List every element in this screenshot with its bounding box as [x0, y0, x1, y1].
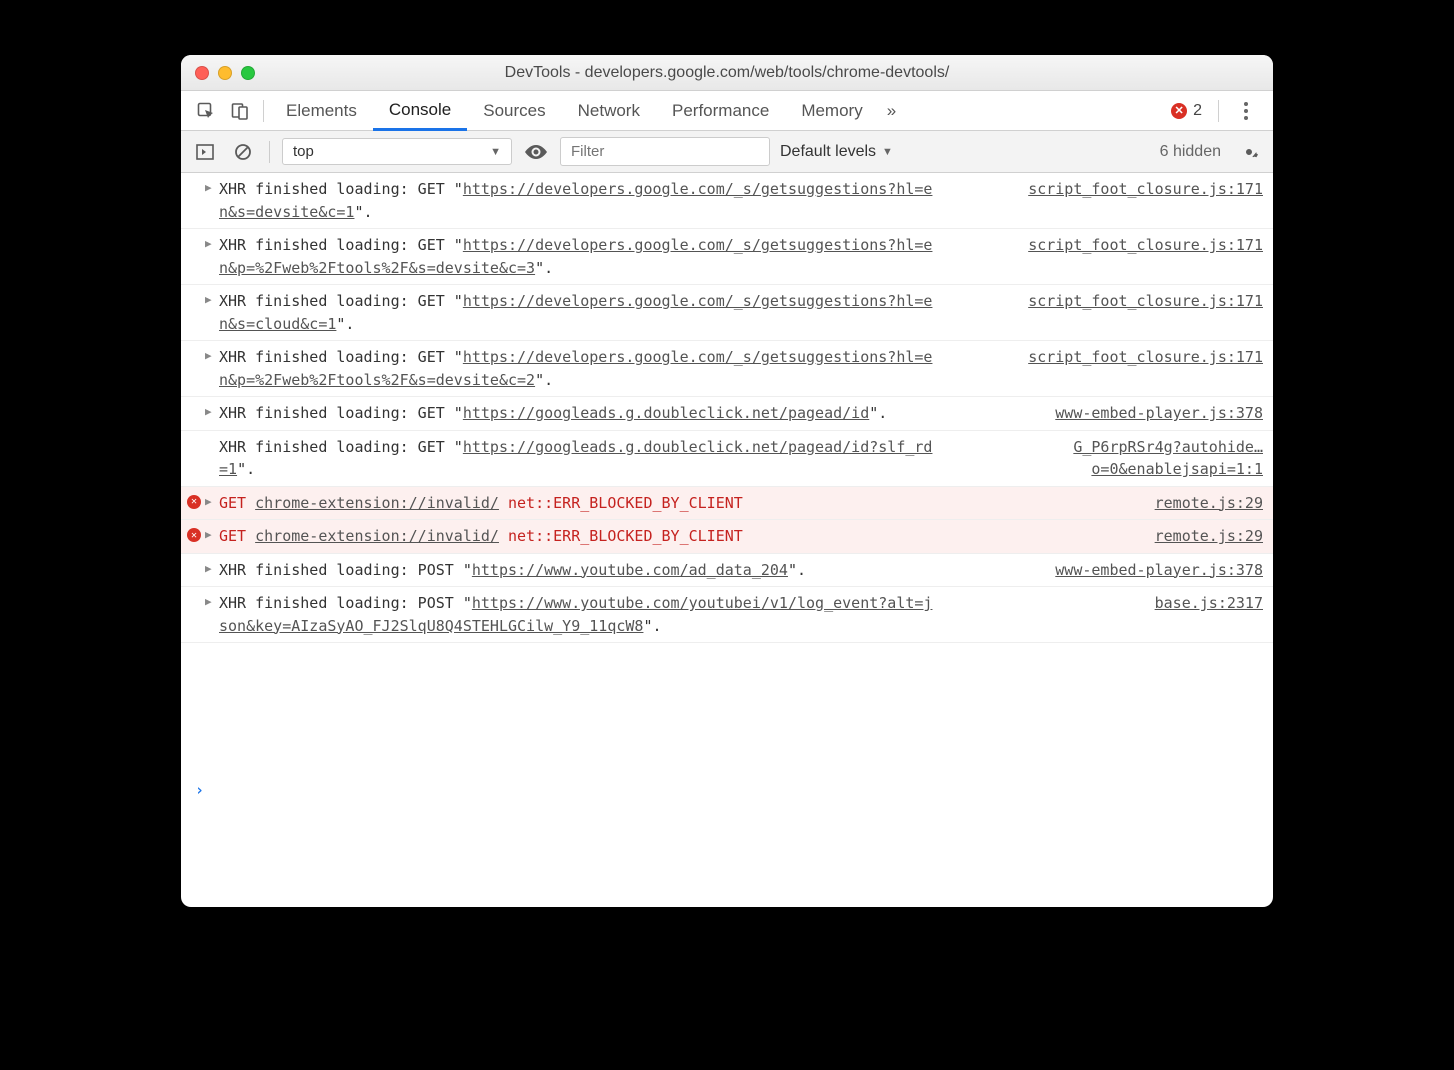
log-row-xhr[interactable]: ▶XHR finished loading: POST "https://www…	[181, 554, 1273, 588]
error-count-badge[interactable]: ✕ 2	[1171, 102, 1202, 120]
minimize-button[interactable]	[218, 66, 232, 80]
tab-performance[interactable]: Performance	[656, 91, 785, 131]
log-message: XHR finished loading: GET "https://devel…	[219, 290, 953, 335]
separator	[1218, 100, 1219, 122]
close-button[interactable]	[195, 66, 209, 80]
log-source-link[interactable]: base.js:2317	[953, 592, 1263, 615]
error-icon: ✕	[187, 495, 205, 509]
console-log-area: ▶XHR finished loading: GET "https://deve…	[181, 173, 1273, 907]
devtools-window: DevTools - developers.google.com/web/too…	[181, 55, 1273, 907]
filter-input[interactable]	[560, 137, 770, 166]
expand-caret-icon[interactable]: ▶	[205, 236, 219, 253]
expand-caret-icon[interactable]: ▶	[205, 180, 219, 197]
titlebar: DevTools - developers.google.com/web/too…	[181, 55, 1273, 91]
console-toolbar: top ▼ Default levels ▼ 6 hidden	[181, 131, 1273, 173]
separator	[269, 141, 270, 163]
error-count: 2	[1193, 102, 1202, 120]
error-icon: ✕	[1171, 103, 1187, 119]
log-message: GET chrome-extension://invalid/ net::ERR…	[219, 525, 953, 548]
log-message: XHR finished loading: POST "https://www.…	[219, 559, 953, 582]
traffic-lights	[195, 66, 255, 80]
log-message: GET chrome-extension://invalid/ net::ERR…	[219, 492, 953, 515]
expand-caret-icon[interactable]: ▶	[205, 594, 219, 611]
gear-icon[interactable]	[1235, 138, 1263, 166]
level-label: Default levels	[780, 143, 876, 161]
log-row-error[interactable]: ✕▶GET chrome-extension://invalid/ net::E…	[181, 487, 1273, 521]
log-source-link[interactable]: script_foot_closure.js:171	[953, 346, 1263, 369]
log-message: XHR finished loading: GET "https://devel…	[219, 178, 953, 223]
log-source-link[interactable]: script_foot_closure.js:171	[953, 234, 1263, 257]
log-source-link[interactable]: remote.js:29	[953, 525, 1263, 548]
expand-caret-icon[interactable]: ▶	[205, 404, 219, 421]
log-message: XHR finished loading: GET "https://googl…	[219, 436, 953, 481]
log-message: XHR finished loading: GET "https://googl…	[219, 402, 953, 425]
log-source-link[interactable]: www-embed-player.js:378	[953, 402, 1263, 425]
expand-caret-icon[interactable]: ▶	[205, 494, 219, 511]
log-row-xhr[interactable]: ▶XHR finished loading: POST "https://www…	[181, 587, 1273, 643]
clear-icon[interactable]	[229, 138, 257, 166]
tab-elements[interactable]: Elements	[270, 91, 373, 131]
console-prompt[interactable]: ›	[181, 773, 1273, 807]
menu-icon[interactable]	[1235, 102, 1257, 120]
expand-caret-icon[interactable]: ▶	[205, 292, 219, 309]
log-message: XHR finished loading: GET "https://devel…	[219, 346, 953, 391]
log-message: XHR finished loading: GET "https://devel…	[219, 234, 953, 279]
tab-network[interactable]: Network	[562, 91, 656, 131]
main-tabbar: Elements Console Sources Network Perform…	[181, 91, 1273, 131]
expand-caret-icon[interactable]: ▶	[205, 348, 219, 365]
zoom-button[interactable]	[241, 66, 255, 80]
log-row-xhr[interactable]: ▶XHR finished loading: GET "https://deve…	[181, 341, 1273, 397]
log-row-xhr[interactable]: ▶XHR finished loading: GET "https://deve…	[181, 173, 1273, 229]
log-source-link[interactable]: script_foot_closure.js:171	[953, 290, 1263, 313]
log-source-link[interactable]: G_P6rpRSr4g?autohide…o=0&enablejsapi=1:1	[953, 436, 1263, 481]
log-row-xhr[interactable]: ▶XHR finished loading: GET "https://deve…	[181, 229, 1273, 285]
log-row-xhr[interactable]: ▶XHR finished loading: GET "https://deve…	[181, 285, 1273, 341]
eye-icon[interactable]	[522, 138, 550, 166]
tabs-overflow[interactable]: »	[879, 91, 904, 131]
tab-console[interactable]: Console	[373, 91, 467, 131]
separator	[263, 100, 264, 122]
sidebar-toggle-icon[interactable]	[191, 138, 219, 166]
chevron-down-icon: ▼	[882, 146, 893, 158]
hidden-count[interactable]: 6 hidden	[1160, 143, 1221, 161]
tab-memory[interactable]: Memory	[785, 91, 878, 131]
device-toggle-icon[interactable]	[223, 95, 257, 127]
log-source-link[interactable]: remote.js:29	[953, 492, 1263, 515]
log-row-xhr[interactable]: XHR finished loading: GET "https://googl…	[181, 431, 1273, 487]
log-source-link[interactable]: script_foot_closure.js:171	[953, 178, 1263, 201]
log-row-error[interactable]: ✕▶GET chrome-extension://invalid/ net::E…	[181, 520, 1273, 554]
chevron-down-icon: ▼	[490, 146, 501, 158]
log-row-xhr[interactable]: ▶XHR finished loading: GET "https://goog…	[181, 397, 1273, 431]
inspect-icon[interactable]	[189, 95, 223, 127]
log-message: XHR finished loading: POST "https://www.…	[219, 592, 953, 637]
window-title: DevTools - developers.google.com/web/too…	[181, 64, 1273, 82]
expand-caret-icon[interactable]: ▶	[205, 561, 219, 578]
error-icon: ✕	[187, 528, 205, 542]
expand-caret-icon[interactable]: ▶	[205, 527, 219, 544]
log-level-selector[interactable]: Default levels ▼	[780, 143, 893, 161]
log-source-link[interactable]: www-embed-player.js:378	[953, 559, 1263, 582]
context-selector[interactable]: top ▼	[282, 138, 512, 165]
tab-sources[interactable]: Sources	[467, 91, 561, 131]
context-value: top	[293, 143, 314, 160]
